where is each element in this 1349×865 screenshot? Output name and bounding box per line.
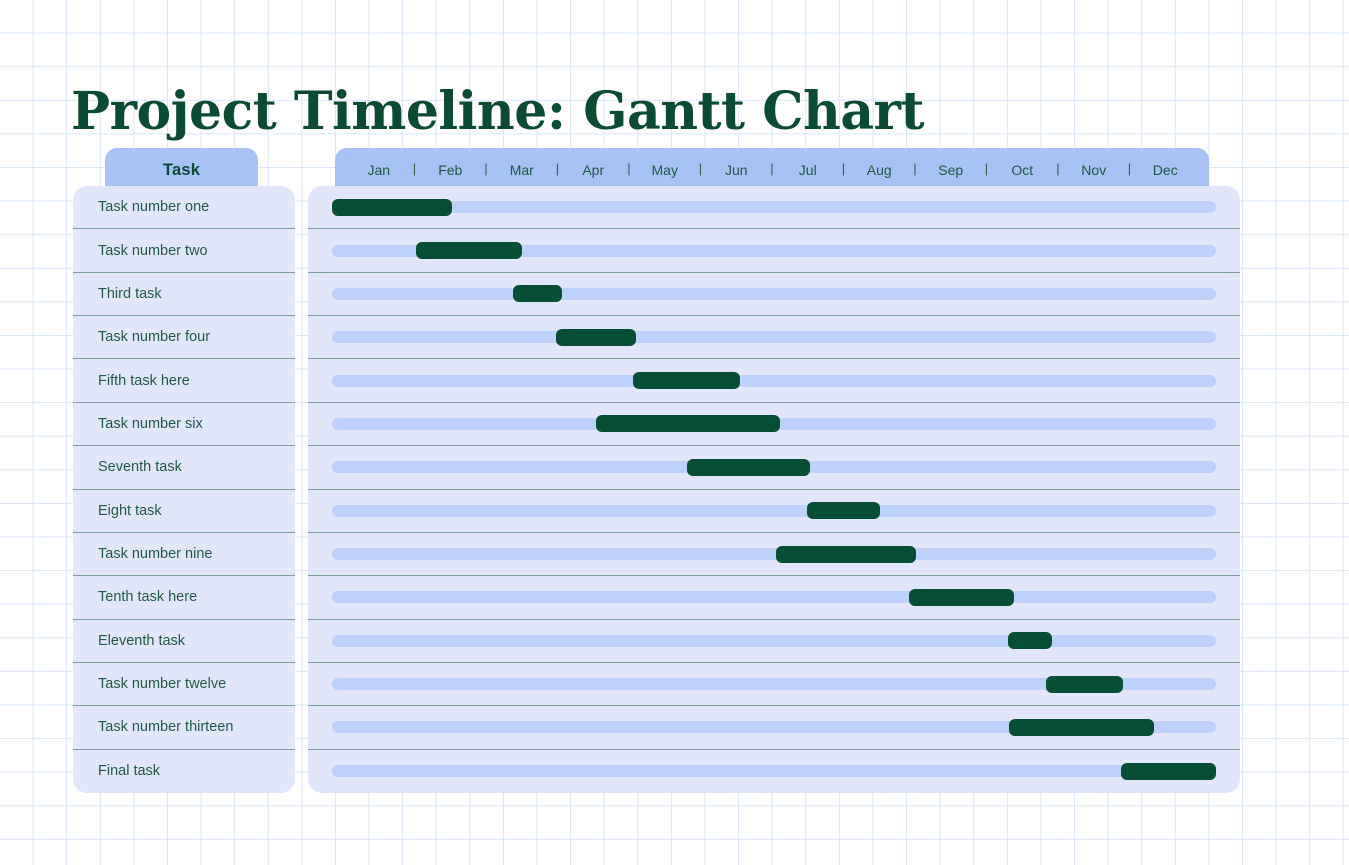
gantt-bar-row	[308, 663, 1240, 707]
gantt-bar-row	[308, 706, 1240, 750]
gantt-bar-row	[308, 273, 1240, 317]
gantt-bar[interactable]	[1121, 762, 1216, 780]
month-label-mar: Mar	[509, 162, 534, 178]
gantt-track	[332, 198, 1216, 216]
task-row[interactable]: Task number two	[73, 229, 295, 273]
task-row[interactable]: Task number nine	[73, 533, 295, 577]
task-row[interactable]: Fifth task here	[73, 359, 295, 403]
task-row[interactable]: Final task	[73, 750, 295, 793]
task-label: Fifth task here	[98, 372, 190, 389]
month-label-sep: Sep	[938, 162, 964, 178]
gantt-bar[interactable]	[775, 545, 917, 563]
task-column-header-label: Task	[162, 160, 201, 179]
month-label-apr: Apr	[582, 162, 605, 178]
gantt-bar-row	[308, 750, 1240, 793]
gantt-bar[interactable]	[909, 588, 1015, 606]
gantt-track	[332, 545, 1216, 563]
gantt-bar[interactable]	[1046, 675, 1124, 693]
month-label-aug: Aug	[866, 162, 892, 178]
task-row[interactable]: Task number four	[73, 316, 295, 360]
month-label-may: May	[651, 162, 678, 178]
gantt-bar[interactable]	[687, 458, 811, 476]
task-row[interactable]: Task number six	[73, 403, 295, 447]
task-label: Task number four	[98, 329, 211, 346]
month-label-jun: Jun	[724, 162, 748, 178]
page-title: Project Timeline: Gantt Chart	[71, 80, 924, 142]
task-label: Task number one	[98, 199, 210, 216]
gantt-bar[interactable]	[513, 285, 562, 303]
gantt-track	[332, 285, 1216, 303]
gantt-track	[332, 328, 1216, 346]
gantt-track	[332, 675, 1216, 693]
task-row[interactable]: Eight task	[73, 490, 295, 533]
gantt-track	[332, 718, 1216, 736]
month-label-feb: Feb	[438, 162, 463, 178]
task-label: Task number twelve	[98, 676, 227, 693]
gantt-bar[interactable]	[1008, 632, 1053, 650]
task-row[interactable]: Tenth task here	[73, 576, 295, 620]
gantt-track	[332, 588, 1216, 606]
gantt-bar-row	[308, 620, 1240, 663]
gantt-bar-row	[308, 533, 1240, 577]
task-row[interactable]: Task number thirteen	[73, 706, 295, 750]
task-row[interactable]: Task number twelve	[73, 663, 295, 707]
gantt-track	[332, 372, 1216, 390]
task-label: Task number six	[98, 415, 203, 432]
task-label: Task number two	[98, 242, 208, 259]
gantt-bar-row	[308, 186, 1240, 230]
month-label-nov: Nov	[1081, 162, 1107, 178]
gantt-track	[332, 632, 1216, 650]
task-label: Eight task	[98, 502, 162, 519]
month-label-dec: Dec	[1152, 162, 1178, 178]
task-label: Tenth task here	[98, 589, 198, 606]
task-row[interactable]: Seventh task	[73, 446, 295, 490]
task-label: Task number thirteen	[98, 719, 234, 736]
gantt-bar-row	[308, 490, 1240, 533]
task-label: Eleventh task	[98, 632, 186, 649]
gantt-bar[interactable]	[633, 372, 740, 390]
month-label-jan: Jan	[367, 162, 391, 178]
task-label: Seventh task	[98, 459, 182, 476]
task-label: Third task	[98, 285, 162, 302]
task-label: Task number nine	[98, 546, 213, 563]
task-row[interactable]: Eleventh task	[73, 620, 295, 663]
gantt-track	[332, 415, 1216, 433]
gantt-chart-page: Project Timeline: Gantt Chart Task Jan | F…	[0, 0, 1349, 865]
gantt-bar[interactable]	[415, 242, 523, 260]
month-label-oct: Oct	[1011, 162, 1034, 178]
gantt-bars-panel	[308, 186, 1240, 793]
gantt-bar-row	[308, 403, 1240, 447]
gantt-bar[interactable]	[806, 502, 881, 520]
gantt-track	[332, 458, 1216, 476]
task-list-panel: Task number one Task number two Third task…	[73, 186, 295, 793]
gantt-bar[interactable]	[596, 415, 781, 433]
gantt-bar-row	[308, 359, 1240, 403]
gantt-bar-row	[308, 229, 1240, 273]
gantt-bar-row	[308, 316, 1240, 360]
gantt-bar[interactable]	[555, 328, 637, 346]
gantt-bar-row	[308, 446, 1240, 490]
gantt-bar[interactable]	[332, 198, 453, 216]
task-row[interactable]: Task number one	[73, 186, 295, 230]
gantt-bar[interactable]	[1009, 718, 1155, 736]
gantt-track	[332, 762, 1216, 780]
gantt-track	[332, 242, 1216, 260]
gantt-track	[332, 502, 1216, 520]
task-row[interactable]: Third task	[73, 273, 295, 317]
month-label-jul: Jul	[798, 162, 817, 178]
task-label: Final task	[98, 763, 161, 780]
gantt-bar-row	[308, 576, 1240, 620]
